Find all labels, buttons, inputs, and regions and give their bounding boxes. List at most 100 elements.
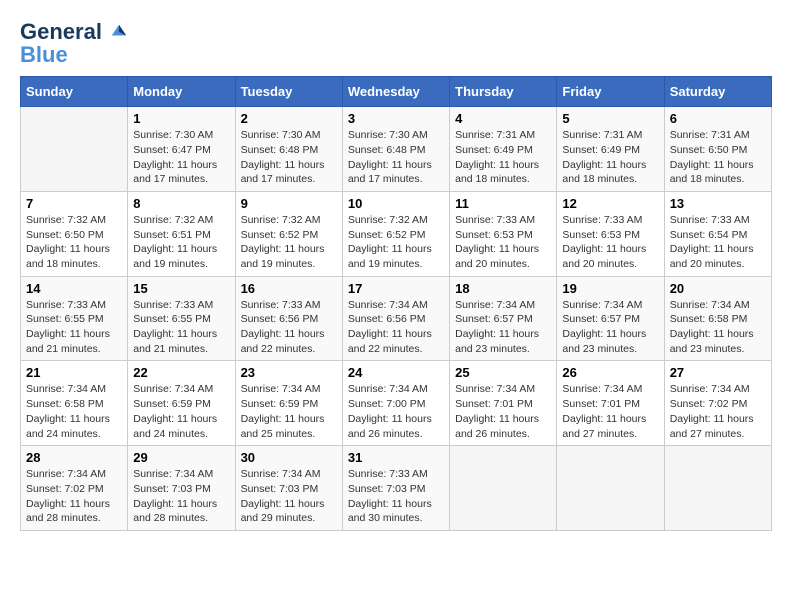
day-info: Sunrise: 7:33 AMSunset: 6:53 PMDaylight:… [562, 213, 658, 272]
weekday-friday: Friday [557, 77, 664, 107]
day-cell: 30 Sunrise: 7:34 AMSunset: 7:03 PMDaylig… [235, 446, 342, 531]
day-info: Sunrise: 7:32 AMSunset: 6:51 PMDaylight:… [133, 213, 229, 272]
day-info: Sunrise: 7:34 AMSunset: 7:01 PMDaylight:… [455, 382, 551, 441]
week-row-4: 21 Sunrise: 7:34 AMSunset: 6:58 PMDaylig… [21, 361, 772, 446]
day-cell [450, 446, 557, 531]
day-cell: 8 Sunrise: 7:32 AMSunset: 6:51 PMDayligh… [128, 191, 235, 276]
day-number: 6 [670, 111, 766, 126]
weekday-wednesday: Wednesday [342, 77, 449, 107]
day-cell: 26 Sunrise: 7:34 AMSunset: 7:01 PMDaylig… [557, 361, 664, 446]
day-number: 14 [26, 281, 122, 296]
day-info: Sunrise: 7:30 AMSunset: 6:47 PMDaylight:… [133, 128, 229, 187]
day-number: 25 [455, 365, 551, 380]
day-number: 1 [133, 111, 229, 126]
day-info: Sunrise: 7:33 AMSunset: 6:53 PMDaylight:… [455, 213, 551, 272]
day-number: 16 [241, 281, 337, 296]
day-cell: 15 Sunrise: 7:33 AMSunset: 6:55 PMDaylig… [128, 276, 235, 361]
day-info: Sunrise: 7:34 AMSunset: 6:58 PMDaylight:… [670, 298, 766, 357]
day-number: 23 [241, 365, 337, 380]
day-number: 24 [348, 365, 444, 380]
day-number: 12 [562, 196, 658, 211]
day-number: 13 [670, 196, 766, 211]
day-cell: 9 Sunrise: 7:32 AMSunset: 6:52 PMDayligh… [235, 191, 342, 276]
logo-blue: Blue [20, 44, 128, 66]
day-info: Sunrise: 7:34 AMSunset: 7:03 PMDaylight:… [241, 467, 337, 526]
day-info: Sunrise: 7:33 AMSunset: 6:55 PMDaylight:… [26, 298, 122, 357]
weekday-monday: Monday [128, 77, 235, 107]
day-cell: 17 Sunrise: 7:34 AMSunset: 6:56 PMDaylig… [342, 276, 449, 361]
day-cell: 11 Sunrise: 7:33 AMSunset: 6:53 PMDaylig… [450, 191, 557, 276]
day-number: 7 [26, 196, 122, 211]
day-cell: 14 Sunrise: 7:33 AMSunset: 6:55 PMDaylig… [21, 276, 128, 361]
page-header: General Blue [20, 20, 772, 66]
day-number: 17 [348, 281, 444, 296]
day-number: 30 [241, 450, 337, 465]
day-cell: 4 Sunrise: 7:31 AMSunset: 6:49 PMDayligh… [450, 107, 557, 192]
day-number: 20 [670, 281, 766, 296]
day-cell: 18 Sunrise: 7:34 AMSunset: 6:57 PMDaylig… [450, 276, 557, 361]
weekday-tuesday: Tuesday [235, 77, 342, 107]
day-info: Sunrise: 7:34 AMSunset: 7:02 PMDaylight:… [26, 467, 122, 526]
day-number: 31 [348, 450, 444, 465]
day-cell: 3 Sunrise: 7:30 AMSunset: 6:48 PMDayligh… [342, 107, 449, 192]
day-info: Sunrise: 7:32 AMSunset: 6:52 PMDaylight:… [241, 213, 337, 272]
day-cell: 19 Sunrise: 7:34 AMSunset: 6:57 PMDaylig… [557, 276, 664, 361]
weekday-thursday: Thursday [450, 77, 557, 107]
day-info: Sunrise: 7:33 AMSunset: 6:54 PMDaylight:… [670, 213, 766, 272]
day-number: 9 [241, 196, 337, 211]
day-info: Sunrise: 7:31 AMSunset: 6:49 PMDaylight:… [455, 128, 551, 187]
day-info: Sunrise: 7:34 AMSunset: 6:56 PMDaylight:… [348, 298, 444, 357]
calendar-table: SundayMondayTuesdayWednesdayThursdayFrid… [20, 76, 772, 531]
weekday-saturday: Saturday [664, 77, 771, 107]
week-row-3: 14 Sunrise: 7:33 AMSunset: 6:55 PMDaylig… [21, 276, 772, 361]
day-number: 19 [562, 281, 658, 296]
day-cell: 22 Sunrise: 7:34 AMSunset: 6:59 PMDaylig… [128, 361, 235, 446]
day-info: Sunrise: 7:34 AMSunset: 6:57 PMDaylight:… [455, 298, 551, 357]
day-info: Sunrise: 7:34 AMSunset: 6:58 PMDaylight:… [26, 382, 122, 441]
week-row-5: 28 Sunrise: 7:34 AMSunset: 7:02 PMDaylig… [21, 446, 772, 531]
day-info: Sunrise: 7:33 AMSunset: 6:55 PMDaylight:… [133, 298, 229, 357]
day-info: Sunrise: 7:30 AMSunset: 6:48 PMDaylight:… [241, 128, 337, 187]
day-info: Sunrise: 7:31 AMSunset: 6:49 PMDaylight:… [562, 128, 658, 187]
day-number: 18 [455, 281, 551, 296]
day-info: Sunrise: 7:32 AMSunset: 6:50 PMDaylight:… [26, 213, 122, 272]
day-cell: 6 Sunrise: 7:31 AMSunset: 6:50 PMDayligh… [664, 107, 771, 192]
day-number: 26 [562, 365, 658, 380]
day-info: Sunrise: 7:33 AMSunset: 6:56 PMDaylight:… [241, 298, 337, 357]
day-info: Sunrise: 7:34 AMSunset: 7:00 PMDaylight:… [348, 382, 444, 441]
day-cell: 1 Sunrise: 7:30 AMSunset: 6:47 PMDayligh… [128, 107, 235, 192]
day-cell: 2 Sunrise: 7:30 AMSunset: 6:48 PMDayligh… [235, 107, 342, 192]
day-cell [557, 446, 664, 531]
day-info: Sunrise: 7:34 AMSunset: 6:59 PMDaylight:… [241, 382, 337, 441]
day-cell: 25 Sunrise: 7:34 AMSunset: 7:01 PMDaylig… [450, 361, 557, 446]
day-info: Sunrise: 7:31 AMSunset: 6:50 PMDaylight:… [670, 128, 766, 187]
day-cell: 28 Sunrise: 7:34 AMSunset: 7:02 PMDaylig… [21, 446, 128, 531]
day-number: 27 [670, 365, 766, 380]
day-cell: 13 Sunrise: 7:33 AMSunset: 6:54 PMDaylig… [664, 191, 771, 276]
day-cell: 23 Sunrise: 7:34 AMSunset: 6:59 PMDaylig… [235, 361, 342, 446]
day-cell: 16 Sunrise: 7:33 AMSunset: 6:56 PMDaylig… [235, 276, 342, 361]
day-cell: 20 Sunrise: 7:34 AMSunset: 6:58 PMDaylig… [664, 276, 771, 361]
logo: General Blue [20, 20, 128, 66]
day-number: 29 [133, 450, 229, 465]
day-number: 2 [241, 111, 337, 126]
day-number: 21 [26, 365, 122, 380]
day-cell: 31 Sunrise: 7:33 AMSunset: 7:03 PMDaylig… [342, 446, 449, 531]
day-cell: 27 Sunrise: 7:34 AMSunset: 7:02 PMDaylig… [664, 361, 771, 446]
day-number: 22 [133, 365, 229, 380]
day-info: Sunrise: 7:34 AMSunset: 6:59 PMDaylight:… [133, 382, 229, 441]
day-number: 8 [133, 196, 229, 211]
day-info: Sunrise: 7:34 AMSunset: 7:01 PMDaylight:… [562, 382, 658, 441]
day-cell: 5 Sunrise: 7:31 AMSunset: 6:49 PMDayligh… [557, 107, 664, 192]
day-number: 4 [455, 111, 551, 126]
day-number: 11 [455, 196, 551, 211]
day-cell: 10 Sunrise: 7:32 AMSunset: 6:52 PMDaylig… [342, 191, 449, 276]
day-info: Sunrise: 7:34 AMSunset: 7:03 PMDaylight:… [133, 467, 229, 526]
day-info: Sunrise: 7:30 AMSunset: 6:48 PMDaylight:… [348, 128, 444, 187]
weekday-header-row: SundayMondayTuesdayWednesdayThursdayFrid… [21, 77, 772, 107]
day-number: 15 [133, 281, 229, 296]
day-number: 5 [562, 111, 658, 126]
day-cell [664, 446, 771, 531]
day-cell: 29 Sunrise: 7:34 AMSunset: 7:03 PMDaylig… [128, 446, 235, 531]
day-info: Sunrise: 7:33 AMSunset: 7:03 PMDaylight:… [348, 467, 444, 526]
